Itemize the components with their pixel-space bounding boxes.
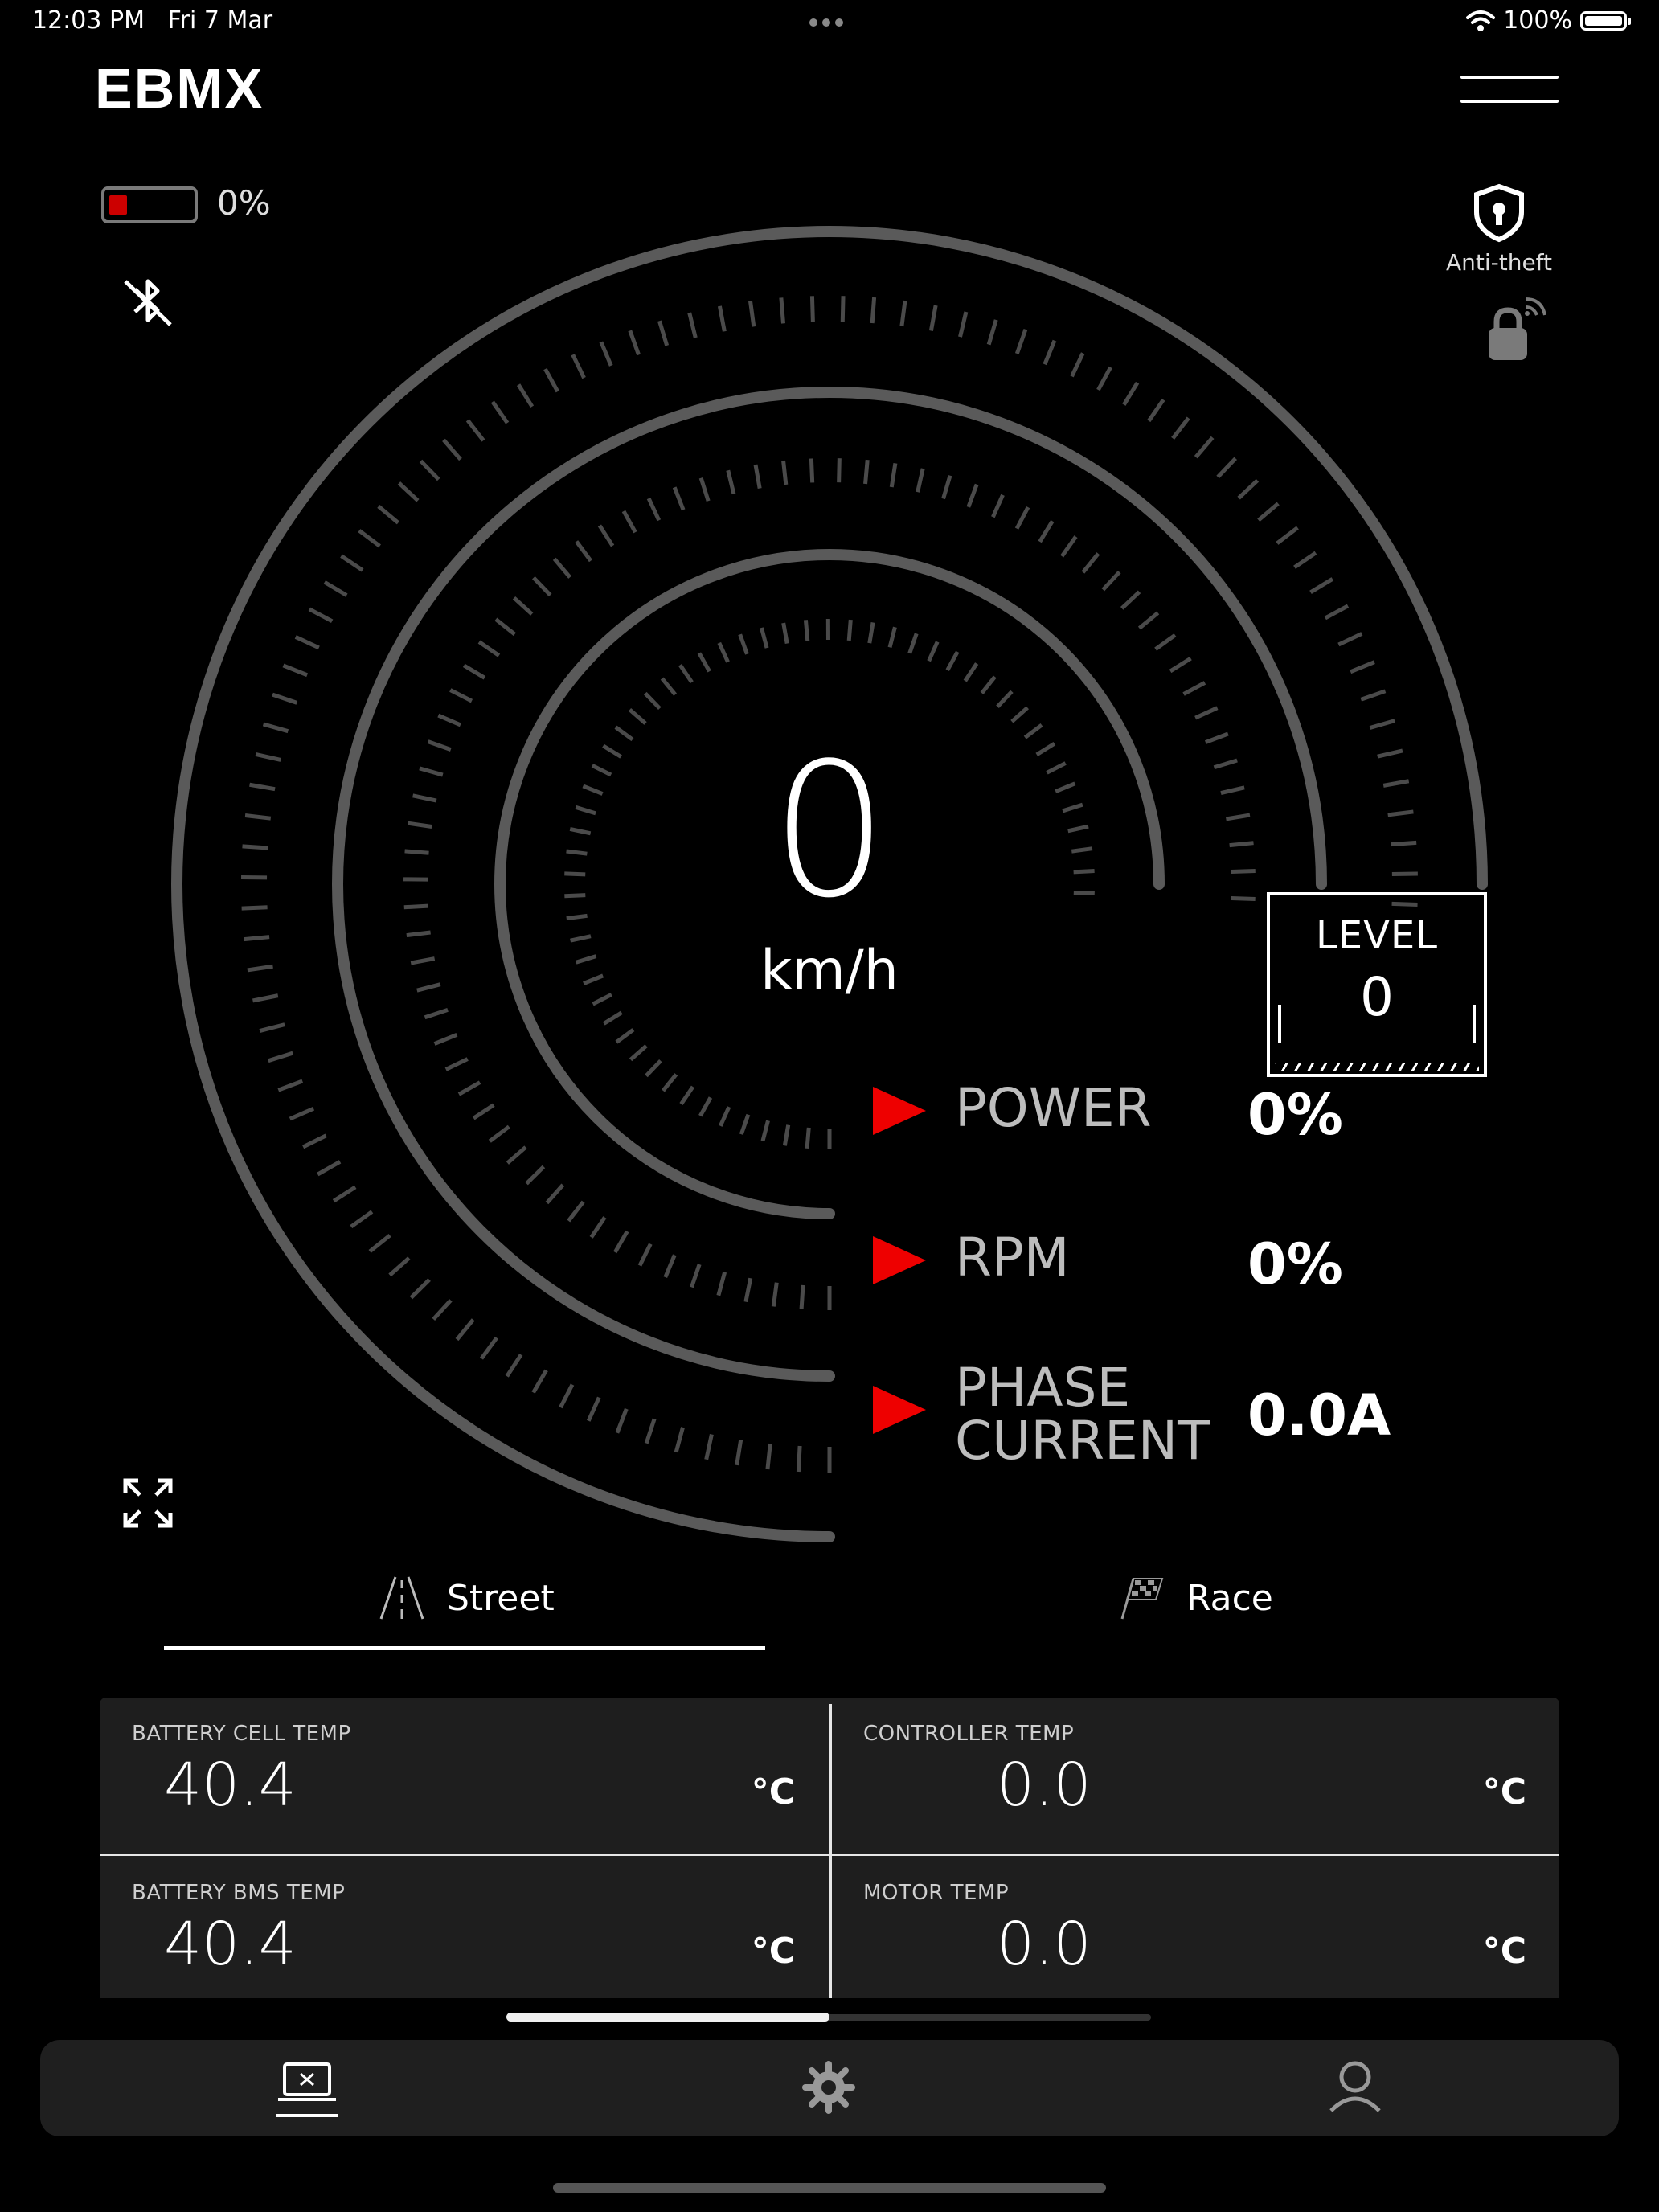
settings-icon (802, 2061, 855, 2114)
temp-divider-horizontal (100, 1854, 1559, 1856)
phase-current-label: PHASE CURRENT (955, 1362, 1210, 1468)
tab-street[interactable]: Street (378, 1575, 555, 1620)
rpm-label: RPM (955, 1227, 1070, 1288)
motor-temp: MOTOR TEMP 0.0 °C (831, 1857, 1559, 1998)
home-indicator[interactable] (553, 2183, 1106, 2193)
rpm-marker-icon (873, 1236, 926, 1284)
temp-value: 40.4 (164, 1910, 297, 1979)
temp-label: BATTERY CELL TEMP (132, 1722, 351, 1746)
power-value: 0% (1247, 1082, 1343, 1148)
battery-cell-temp: BATTERY CELL TEMP 40.4 °C (100, 1698, 827, 1847)
temp-unit: °C (751, 1772, 795, 1813)
power-marker-icon (873, 1087, 926, 1135)
profile-icon (1329, 2061, 1381, 2112)
checkered-flag-icon (1120, 1578, 1164, 1620)
temp-label: CONTROLLER TEMP (863, 1722, 1075, 1746)
power-label: POWER (955, 1077, 1152, 1139)
temp-unit: °C (1482, 1931, 1526, 1972)
tab-race-label: Race (1186, 1577, 1273, 1619)
phase-current-value: 0.0A (1247, 1382, 1391, 1448)
temp-divider-vertical (830, 1704, 832, 1998)
temp-value: 0.0 (997, 1910, 1092, 1979)
temp-label: BATTERY BMS TEMP (132, 1881, 346, 1905)
controller-temp: CONTROLLER TEMP 0.0 °C (831, 1698, 1559, 1847)
phase-current-label-line1: PHASE (955, 1357, 1131, 1419)
assist-level-indicator[interactable]: LEVEL 0 (1267, 892, 1487, 1077)
tab-street-label: Street (447, 1577, 555, 1619)
phase-current-label-line2: CURRENT (955, 1410, 1210, 1472)
road-icon (379, 1576, 424, 1620)
level-label: LEVEL (1316, 913, 1438, 958)
tab-street-underline (164, 1646, 765, 1650)
phase-current-marker-icon (873, 1386, 926, 1434)
temp-value: 0.0 (997, 1751, 1092, 1820)
battery-bms-temp: BATTERY BMS TEMP 40.4 °C (100, 1857, 827, 1998)
bottom-navigation (40, 2040, 1619, 2136)
tab-race[interactable]: Race (1117, 1575, 1273, 1620)
temp-label: MOTOR TEMP (863, 1881, 1009, 1905)
nav-dashboard[interactable] (273, 2059, 341, 2124)
dashboard-icon (276, 2062, 338, 2117)
rpm-value: 0% (1247, 1231, 1343, 1297)
page-scroll-thumb[interactable] (506, 2013, 830, 2022)
nav-settings[interactable] (802, 2061, 855, 2117)
temp-unit: °C (751, 1931, 795, 1972)
level-value: 0 (1360, 966, 1394, 1028)
temp-unit: °C (1482, 1772, 1526, 1813)
nav-profile[interactable] (1326, 2058, 1384, 2119)
fullscreen-icon[interactable] (122, 1477, 174, 1532)
temp-value: 40.4 (164, 1751, 297, 1820)
